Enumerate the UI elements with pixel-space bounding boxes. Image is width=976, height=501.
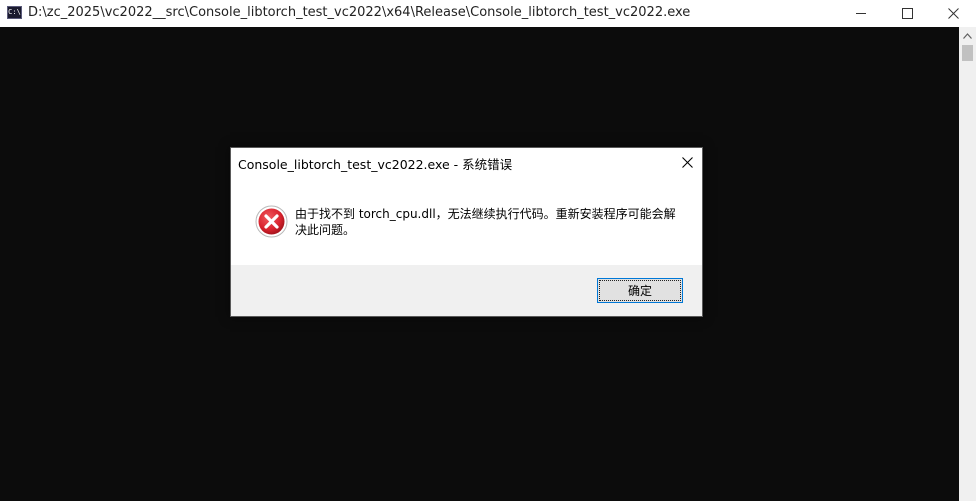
error-icon (255, 205, 288, 238)
window-titlebar[interactable]: C:\ D:\zc_2025\vc2022__src\Console_libto… (0, 0, 976, 27)
ok-button-label: 确定 (599, 280, 681, 301)
ok-button[interactable]: 确定 (597, 278, 683, 303)
maximize-icon (901, 8, 913, 19)
close-icon (681, 156, 693, 168)
maximize-button[interactable] (884, 0, 930, 27)
dialog-message: 由于找不到 torch_cpu.dll，无法继续执行代码。重新安装程序可能会解决… (295, 207, 676, 237)
error-dialog: Console_libtorch_test_vc2022.exe - 系统错误 … (230, 147, 703, 317)
chevron-up-icon (963, 32, 972, 39)
scroll-thumb[interactable] (962, 45, 973, 61)
console-app-icon: C:\ (7, 6, 22, 19)
close-button[interactable] (930, 0, 976, 27)
vertical-scrollbar[interactable] (959, 27, 976, 501)
scroll-up-button[interactable] (959, 27, 976, 44)
minimize-button[interactable] (838, 0, 884, 27)
dialog-title: Console_libtorch_test_vc2022.exe - 系统错误 (238, 157, 513, 172)
dialog-button-bar: 确定 (231, 265, 702, 316)
minimize-icon (856, 13, 866, 14)
window-title: D:\zc_2025\vc2022__src\Console_libtorch_… (28, 5, 691, 20)
close-icon (947, 8, 959, 19)
dialog-close-button[interactable] (671, 148, 703, 176)
